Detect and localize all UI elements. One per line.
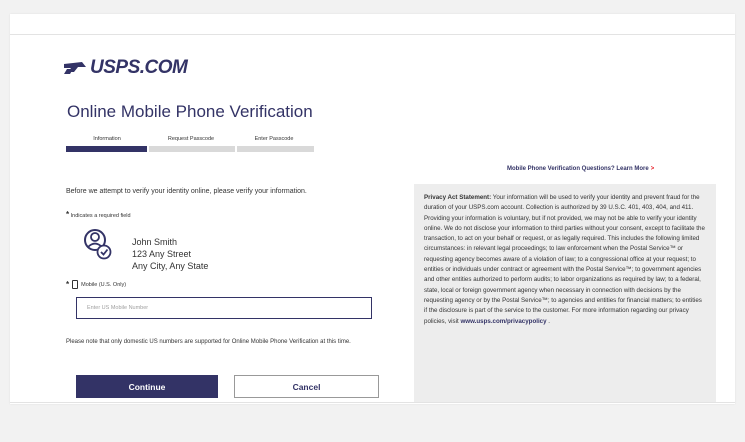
- privacy-heading: Privacy Act Statement:: [424, 194, 492, 201]
- bottom-divider: [10, 402, 735, 403]
- step-enter-passcode-label: Enter Passcode: [254, 136, 294, 142]
- mobile-field-label: * Mobile (U.S. Only): [66, 280, 126, 289]
- user-check-icon: [84, 229, 112, 260]
- required-field-note: * Indicates a required field: [66, 210, 131, 219]
- privacy-policy-link[interactable]: www.usps.com/privacypolicy: [460, 318, 546, 325]
- help-link-text: Mobile Phone Verification Questions? Lea…: [507, 166, 649, 172]
- identity-name: John Smith: [132, 237, 178, 247]
- privacy-body: Your information will be used to verify …: [424, 194, 705, 325]
- step-information-bar: [66, 146, 148, 152]
- verification-card: USPS.COM Online Mobile Phone Verificatio…: [10, 14, 735, 404]
- required-asterisk: *: [66, 210, 70, 219]
- step-enter-passcode-bar: [236, 146, 314, 152]
- required-asterisk: *: [66, 280, 70, 289]
- chevron-right-icon: >: [650, 166, 655, 172]
- intro-text: Before we attempt to verify your identit…: [66, 188, 307, 195]
- help-learn-more-link[interactable]: Mobile Phone Verification Questions? Lea…: [507, 166, 654, 172]
- privacy-end: .: [546, 317, 551, 325]
- top-divider: [10, 34, 735, 35]
- page-background: USPS.COM Online Mobile Phone Verificatio…: [0, 0, 745, 442]
- mobile-label-text: Mobile (U.S. Only): [81, 281, 127, 288]
- mobile-number-input[interactable]: [76, 297, 372, 319]
- identity-summary: John Smith 123 Any Street Any City, Any …: [80, 227, 208, 272]
- progress-steps: Information Request Passcode Enter Passc…: [66, 136, 314, 152]
- logo-text: USPS.COM: [90, 57, 188, 78]
- cancel-button[interactable]: Cancel: [234, 375, 379, 398]
- privacy-act-statement: Privacy Act Statement: Your information …: [414, 184, 716, 402]
- identity-city: Any City, Any State: [132, 261, 209, 271]
- required-note-text: Indicates a required field: [70, 213, 131, 219]
- usps-logo[interactable]: USPS.COM: [64, 57, 188, 78]
- step-request-passcode-bar: [149, 146, 235, 152]
- identity-street: 123 Any Street: [132, 249, 192, 259]
- page-title: Online Mobile Phone Verification: [67, 102, 313, 121]
- mobile-phone-icon: [72, 280, 79, 289]
- step-request-passcode-label: Request Passcode: [167, 136, 215, 142]
- continue-button[interactable]: Continue: [76, 375, 218, 398]
- eagle-icon: [64, 62, 86, 74]
- step-information-label: Information: [93, 136, 121, 142]
- domestic-numbers-note: Please note that only domestic US number…: [66, 339, 351, 345]
